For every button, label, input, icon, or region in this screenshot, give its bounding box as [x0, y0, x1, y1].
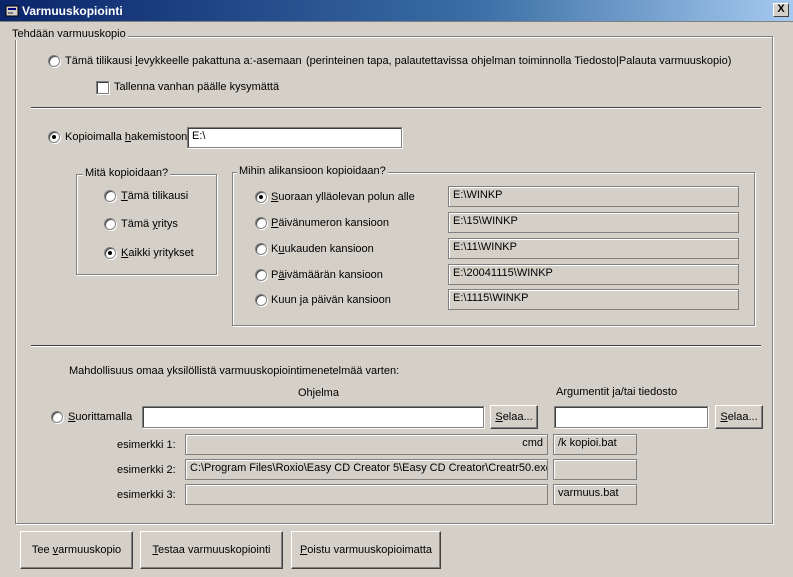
sub-path-direct: E:\WINKP [448, 186, 739, 207]
sub-label-date[interactable]: Päivämäärän kansioon [271, 269, 383, 281]
what-label-all[interactable]: Kaikki yritykset [121, 247, 194, 259]
custom-intro: Mahdollisuus omaa yksilöllistä varmuusko… [69, 365, 400, 377]
sub-path-month: E:\11\WINKP [448, 238, 739, 259]
sub-label-monthday[interactable]: Kuun ja päivän kansioon [271, 294, 391, 306]
args-input[interactable] [554, 406, 708, 428]
args-header: Argumentit ja/tai tiedosto [556, 386, 678, 398]
app-icon [5, 5, 19, 17]
sub-radio-monthday[interactable] [255, 294, 267, 306]
sub-radio-direct[interactable] [255, 191, 267, 203]
floppy-note: (perinteinen tapa, palautettavissa ohjel… [306, 55, 732, 67]
divider-bottom [31, 345, 761, 347]
backup-frame-label: Tehdään varmuuskopio [10, 28, 128, 40]
directory-radio[interactable] [48, 131, 60, 143]
example-1-label: esimerkki 1: [117, 439, 176, 451]
what-label-company[interactable]: Tämä yritys [121, 218, 178, 230]
floppy-label[interactable]: Tämä tilikausi levykkeelle pakattuna a:-… [65, 55, 302, 67]
floppy-radio[interactable] [48, 55, 60, 67]
what-radio-all[interactable] [104, 247, 116, 259]
what-frame-label: Mitä kopioidaan? [83, 167, 171, 179]
sub-label-day[interactable]: Päivänumeron kansioon [271, 217, 389, 229]
test-backup-button[interactable]: Testaa varmuuskopiointi [140, 531, 283, 569]
title-bar: Varmuuskopiointi X [0, 0, 793, 22]
example-3-program [185, 484, 548, 505]
example-3-args: varmuus.bat [553, 484, 637, 505]
what-radio-company[interactable] [104, 218, 116, 230]
subfolder-frame-label: Mihin alikansioon kopioidaan? [237, 165, 388, 177]
sub-path-monthday: E:\1115\WINKP [448, 289, 739, 310]
program-browse-button[interactable]: Selaa... [490, 405, 538, 429]
sub-label-direct[interactable]: Suoraan ylläolevan polun alle [271, 191, 415, 203]
what-radio-period[interactable] [104, 190, 116, 202]
sub-radio-day[interactable] [255, 217, 267, 229]
example-1-program: cmd [185, 434, 548, 455]
directory-input[interactable]: E:\ [187, 127, 402, 148]
directory-label[interactable]: Kopioimalla hakemistoon [65, 131, 187, 143]
example-2-args [553, 459, 637, 480]
example-2-program: C:\Program Files\Roxio\Easy CD Creator 5… [185, 459, 548, 480]
program-input[interactable] [142, 406, 484, 428]
what-label-period[interactable]: Tämä tilikausi [121, 190, 188, 202]
divider-top [31, 107, 761, 109]
sub-radio-month[interactable] [255, 243, 267, 255]
make-backup-button[interactable]: Tee varmuuskopio [20, 531, 133, 569]
overwrite-checkbox[interactable] [96, 81, 109, 94]
overwrite-label[interactable]: Tallenna vanhan päälle kysymättä [114, 81, 279, 93]
example-1-program-text: cmd [522, 437, 543, 449]
run-radio[interactable] [51, 411, 63, 423]
run-label[interactable]: Suorittamalla [68, 411, 132, 423]
example-1-args: /k kopioi.bat [553, 434, 637, 455]
example-3-label: esimerkki 3: [117, 489, 176, 501]
sub-label-month[interactable]: Kuukauden kansioon [271, 243, 374, 255]
example-2-label: esimerkki 2: [117, 464, 176, 476]
close-button[interactable]: X [773, 3, 789, 17]
program-header: Ohjelma [298, 387, 339, 399]
exit-no-backup-button[interactable]: Poistu varmuuskopioimatta [291, 531, 441, 569]
sub-path-date: E:\20041115\WINKP [448, 264, 739, 285]
args-browse-button[interactable]: Selaa... [715, 405, 763, 429]
sub-radio-date[interactable] [255, 269, 267, 281]
window-title: Varmuuskopiointi [22, 4, 123, 18]
sub-path-day: E:\15\WINKP [448, 212, 739, 233]
